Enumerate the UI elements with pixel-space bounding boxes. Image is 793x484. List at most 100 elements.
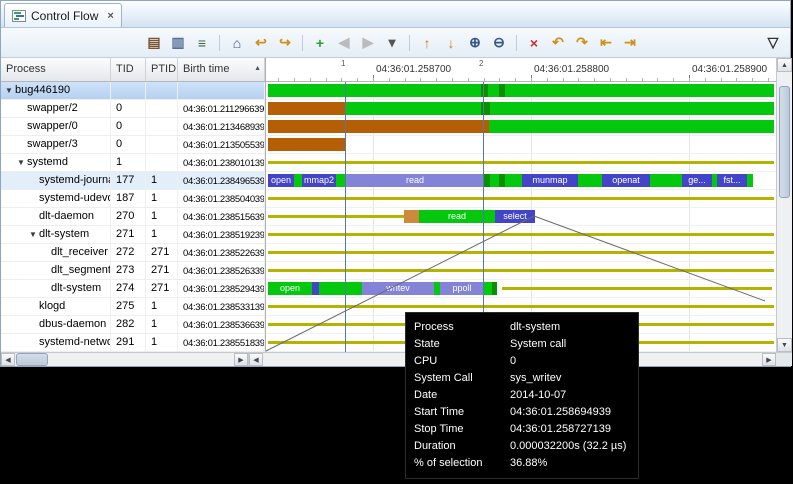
zoom-in-icon[interactable]: ⊕ xyxy=(464,32,486,54)
process-tree-row[interactable]: swapper/2004:36:01.211296639 xyxy=(1,100,265,118)
process-tree-row[interactable]: systemd-journal177104:36:01.238496539 xyxy=(1,172,265,190)
timeline-row[interactable] xyxy=(266,244,776,262)
process-tree-row[interactable]: swapper/3004:36:01.213505539 xyxy=(1,136,265,154)
process-tree-row[interactable]: dlt_segmented27327104:36:01.238526339 xyxy=(1,262,265,280)
timeline-row[interactable] xyxy=(266,136,776,154)
state-bar[interactable] xyxy=(404,210,419,223)
select-next-state-icon[interactable]: ↪ xyxy=(274,32,296,54)
state-bar[interactable] xyxy=(650,174,682,187)
process-tree-row[interactable]: dlt-daemon270104:36:01.238515639 xyxy=(1,208,265,226)
process-tree-row[interactable]: dlt_receiver27227104:36:01.238522639 xyxy=(1,244,265,262)
process-tree-row[interactable]: dlt-system27427104:36:01.238529439 xyxy=(1,280,265,298)
flat-hierarchy-icon[interactable]: ▥ xyxy=(167,32,189,54)
hide-arrows-icon[interactable]: × xyxy=(523,32,545,54)
process-tree-row[interactable]: klogd275104:36:01.238533139 xyxy=(1,298,265,316)
tab-control-flow[interactable]: Control Flow × xyxy=(4,3,122,27)
process-tree-row[interactable]: ▼dlt-system271104:36:01.238519239 xyxy=(1,226,265,244)
column-header-tid[interactable]: TID xyxy=(111,58,146,81)
state-bar[interactable]: ge... xyxy=(682,174,712,187)
column-header-birth-time[interactable]: Birth time ▲ xyxy=(178,58,265,81)
state-bar[interactable] xyxy=(268,102,346,115)
state-bar[interactable] xyxy=(268,138,346,151)
follow-cpu-backward-icon[interactable]: ↶ xyxy=(547,32,569,54)
state-bar[interactable] xyxy=(578,174,602,187)
previous-event-icon[interactable]: ⇤ xyxy=(595,32,617,54)
timeline-row[interactable] xyxy=(266,100,776,118)
state-bar[interactable]: writev xyxy=(362,282,434,295)
state-bar[interactable]: open xyxy=(268,174,294,187)
scroll-down-icon[interactable]: ▼ xyxy=(777,338,792,352)
timeline-row[interactable] xyxy=(266,82,776,100)
zoom-out-icon[interactable]: ⊖ xyxy=(488,32,510,54)
timeline-row[interactable] xyxy=(266,226,776,244)
state-bar[interactable] xyxy=(499,84,505,97)
process-tree-row[interactable]: systemd-udevd187104:36:01.238504039 xyxy=(1,190,265,208)
marker-menu-icon[interactable]: ▾ xyxy=(381,32,403,54)
select-previous-state-icon[interactable]: ↩ xyxy=(250,32,272,54)
next-event-icon[interactable]: ⇥ xyxy=(619,32,641,54)
vertical-scrollbar[interactable]: ▲ ▼ xyxy=(776,58,792,352)
expand-arrow-icon[interactable]: ▼ xyxy=(29,230,39,239)
state-bar[interactable]: read xyxy=(346,174,484,187)
next-marker-icon[interactable]: ▶ xyxy=(357,32,379,54)
view-menu-icon[interactable]: ▽ xyxy=(762,32,784,54)
state-bar[interactable]: ppoll xyxy=(440,282,484,295)
state-bar[interactable] xyxy=(268,120,489,133)
process-tree-row[interactable]: systemd-network291104:36:01.238551839 xyxy=(1,334,265,352)
state-bar[interactable] xyxy=(490,102,774,115)
process-tree-row[interactable]: dbus-daemon282104:36:01.238536639 xyxy=(1,316,265,334)
toolbar-separator xyxy=(516,35,517,51)
timeline-row[interactable]: open mmap2 read munmap openat ge... fst... xyxy=(266,172,776,190)
chart-scroll-left-icon[interactable]: ◀ xyxy=(249,353,263,366)
process-tree-row[interactable]: swapper/0004:36:01.213468939 xyxy=(1,118,265,136)
time-ruler[interactable]: 04:36:01.25870004:36:01.25880004:36:01.2… xyxy=(266,58,776,82)
state-bar[interactable] xyxy=(505,174,522,187)
previous-process-icon[interactable]: ↑ xyxy=(416,32,438,54)
state-bar[interactable]: munmap xyxy=(522,174,578,187)
reset-time-scale-icon[interactable]: ⌂ xyxy=(226,32,248,54)
state-bar[interactable] xyxy=(346,102,481,115)
tab-close-icon[interactable]: × xyxy=(107,10,113,22)
timeline-row[interactable] xyxy=(266,118,776,136)
tooltip-label: Stop Time xyxy=(414,421,510,438)
state-bar[interactable]: fst... xyxy=(717,174,747,187)
sort-processes-icon[interactable]: ▤ xyxy=(143,32,165,54)
state-bar[interactable] xyxy=(489,120,774,133)
tree-scroll-thumb[interactable] xyxy=(16,353,48,366)
follow-cpu-forward-icon[interactable]: ↷ xyxy=(571,32,593,54)
timeline-row[interactable] xyxy=(266,154,776,172)
scroll-up-icon[interactable]: ▲ xyxy=(777,58,792,72)
process-tree-row[interactable]: ▼bug446190 xyxy=(1,82,265,100)
tree-scroll-track[interactable] xyxy=(48,353,234,366)
add-bookmark-icon[interactable]: + xyxy=(309,32,331,54)
timeline-row[interactable]: open writev ppoll xyxy=(266,280,776,298)
state-bar[interactable] xyxy=(747,174,753,187)
state-bar[interactable] xyxy=(490,174,499,187)
state-bar[interactable] xyxy=(484,282,492,295)
state-bar[interactable] xyxy=(294,174,302,187)
state-bar[interactable] xyxy=(319,282,362,295)
tree-scroll-left-icon[interactable]: ◀ xyxy=(1,353,15,366)
state-bar[interactable]: mmap2 xyxy=(302,174,336,187)
tree-scroll-right-icon[interactable]: ▶ xyxy=(234,353,248,366)
show-legend-icon[interactable]: ≡ xyxy=(191,32,213,54)
expand-arrow-icon[interactable]: ▼ xyxy=(5,86,15,95)
timeline-row[interactable]: readselect xyxy=(266,208,776,226)
timeline-row[interactable] xyxy=(266,190,776,208)
previous-marker-icon[interactable]: ◀ xyxy=(333,32,355,54)
timeline-row[interactable] xyxy=(266,262,776,280)
column-header-ptid[interactable]: PTID xyxy=(146,58,178,81)
chart-scroll-right-icon[interactable]: ▶ xyxy=(762,353,776,366)
state-bar[interactable] xyxy=(312,282,319,295)
state-bar[interactable]: openat xyxy=(602,174,650,187)
state-bar[interactable]: select xyxy=(495,210,535,223)
next-process-icon[interactable]: ↓ xyxy=(440,32,462,54)
expand-arrow-icon[interactable]: ▼ xyxy=(17,158,27,167)
tid-cell: 0 xyxy=(111,100,146,117)
state-bar[interactable]: open xyxy=(268,282,312,295)
state-bar[interactable] xyxy=(492,282,497,295)
vertical-scroll-thumb[interactable] xyxy=(779,86,790,198)
column-header-process[interactable]: Process xyxy=(1,58,111,81)
process-tree-row[interactable]: ▼systemd104:36:01.238010139 xyxy=(1,154,265,172)
state-bar[interactable] xyxy=(268,84,774,97)
